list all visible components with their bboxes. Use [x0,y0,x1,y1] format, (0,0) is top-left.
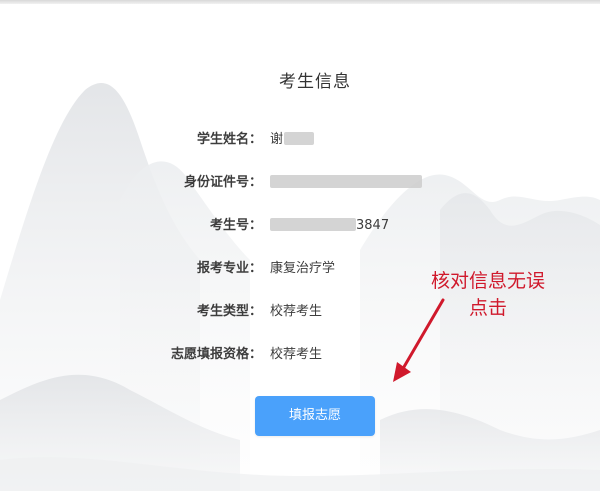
page-title: 考生信息 [279,72,351,92]
field-label-name: 学生姓名： [196,132,262,147]
field-label-id-number: 身份证件号： [183,175,262,190]
field-row-name: 学生姓名： 谢 [0,129,600,151]
field-value-major: 康复治疗学 [270,261,336,276]
red-arrow-icon [393,298,445,382]
field-row-id-number: 身份证件号： [0,172,600,194]
field-label-eligibility: 志愿填报资格： [170,347,262,362]
redacted-block [284,132,315,145]
field-value-id-number [270,172,422,194]
field-row-exam-number: 考生号： 3847 [0,215,600,237]
redacted-block [270,218,356,231]
field-value-eligibility: 校荐考生 [270,347,323,362]
field-value-name: 谢 [270,129,315,151]
annotation-line-1: 核对信息无误 [430,270,545,292]
field-label-exam-number: 考生号： [209,218,262,233]
field-label-major: 报考专业： [196,261,262,276]
fill-application-button[interactable]: 填报志愿 [255,396,375,436]
field-value-student-type: 校荐考生 [270,304,323,319]
field-value-exam-number: 3847 [270,215,389,237]
field-label-student-type: 考生类型： [196,304,262,319]
redacted-block [270,175,422,188]
student-info-card: 考生信息 学生姓名： 谢 身份证件号： 考生号： 3847 报考专业： 康复治疗… [0,0,600,491]
field-row-eligibility: 志愿填报资格： 校荐考生 [0,344,600,366]
